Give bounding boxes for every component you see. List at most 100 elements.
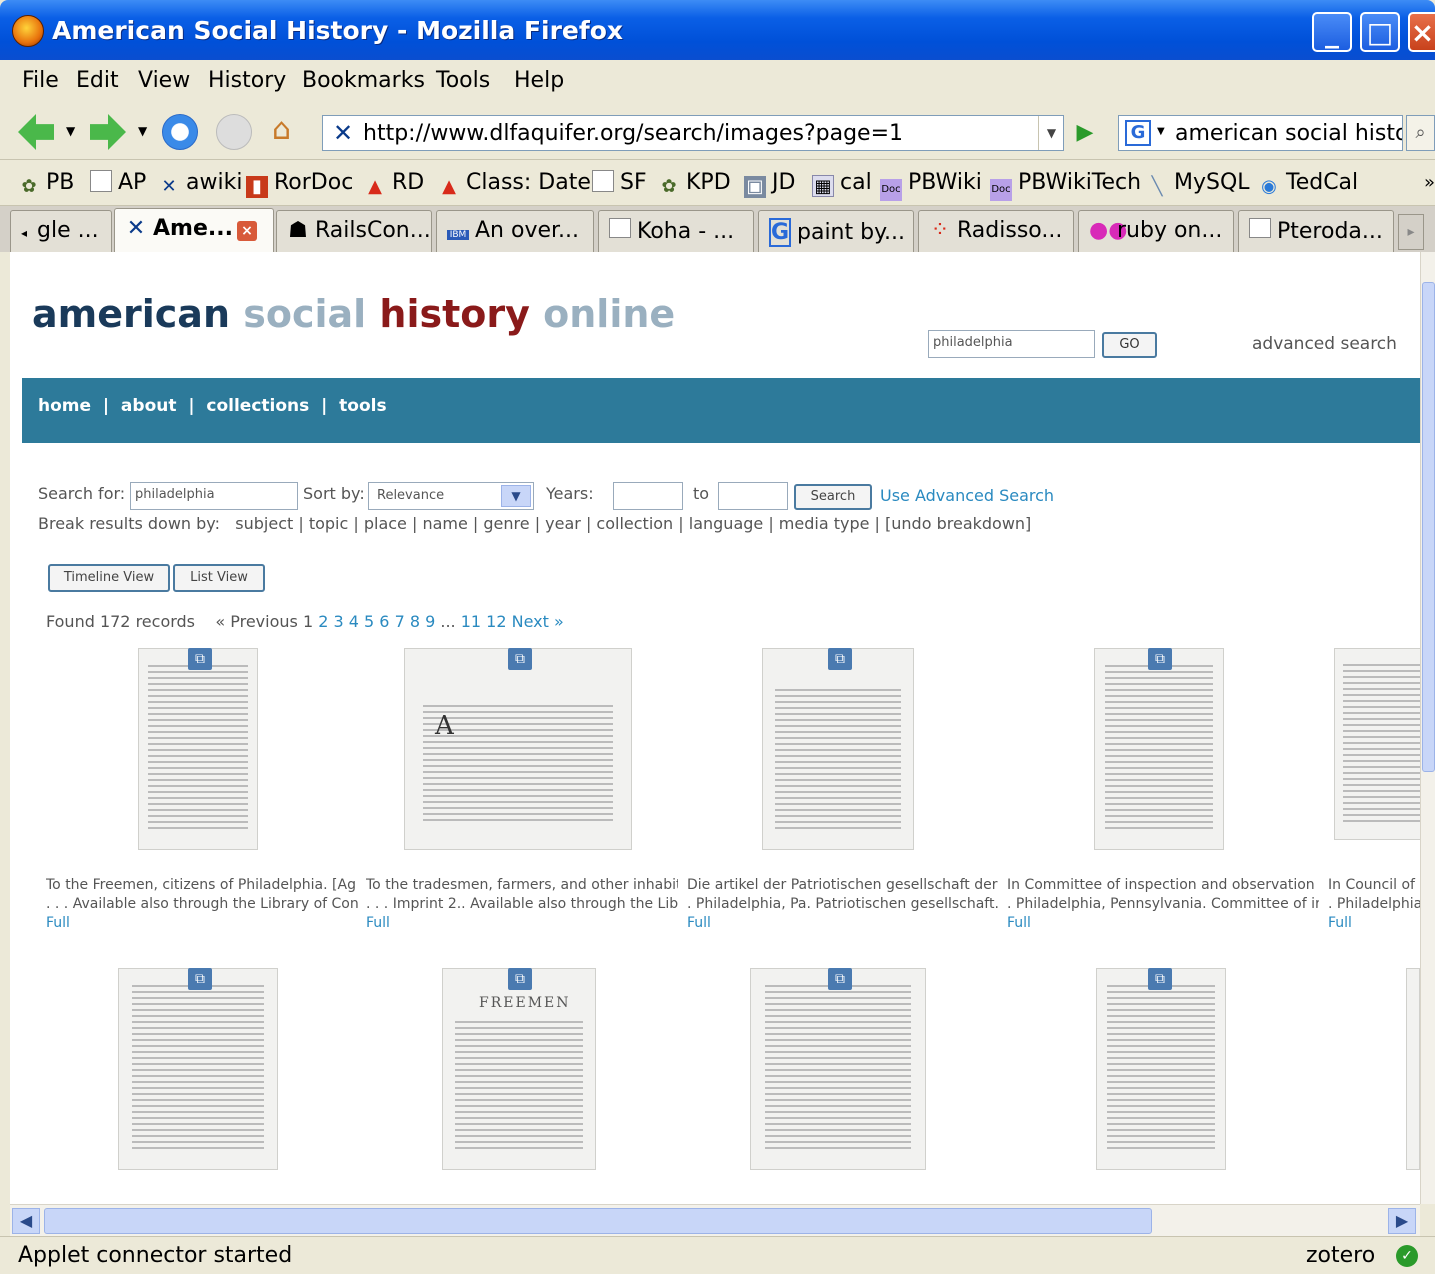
site-logo[interactable]: american social history online <box>32 292 675 336</box>
full-link[interactable]: Full <box>1328 914 1420 933</box>
nav-collections[interactable]: collections <box>206 396 309 416</box>
list-view-button[interactable]: List View <box>173 564 265 592</box>
tab-6[interactable]: Gpaint by... <box>758 210 914 252</box>
result-thumbnail[interactable] <box>762 648 914 850</box>
preview-icon[interactable]: ⧉ <box>1148 968 1172 990</box>
page-links-end[interactable]: 11 12 <box>461 612 507 631</box>
sort-by-select[interactable]: Relevance ▼ <box>368 482 534 510</box>
header-search-input[interactable]: philadelphia <box>928 330 1095 358</box>
bookmark-pbwikitech[interactable]: Doc PBWikiTech <box>990 170 1141 201</box>
result-thumbnail[interactable] <box>750 968 926 1170</box>
menu-bookmarks[interactable]: Bookmarks <box>302 68 425 93</box>
engine-dropdown-icon[interactable]: ▼ <box>1157 126 1165 137</box>
tab-1[interactable]: ◂ gle ... <box>10 210 112 252</box>
reload-icon[interactable] <box>162 114 198 150</box>
bookmark-jd[interactable]: ▣ JD <box>744 170 795 198</box>
bookmark-pbwiki[interactable]: Doc PBWiki <box>880 170 982 201</box>
result-thumbnail[interactable] <box>1406 968 1420 1170</box>
result-thumbnail[interactable] <box>1094 648 1224 850</box>
bookmark-awiki[interactable]: ✕ awiki <box>158 170 242 198</box>
search-button[interactable]: Search <box>794 484 872 510</box>
bookmark-ap[interactable]: AP <box>90 170 146 195</box>
horizontal-scrollbar[interactable]: ◀ ▶ <box>10 1204 1420 1236</box>
menu-file[interactable]: File <box>22 68 59 93</box>
result-thumbnail[interactable] <box>118 968 278 1170</box>
page-links[interactable]: 2 3 4 5 6 7 8 9 <box>318 612 435 631</box>
vertical-scroll-thumb[interactable] <box>1422 282 1435 772</box>
back-icon[interactable] <box>18 114 54 150</box>
address-dropdown-icon[interactable]: ▼ <box>1038 116 1064 150</box>
bookmark-pb[interactable]: ✿ PB <box>18 170 74 198</box>
preview-icon[interactable]: ⧉ <box>508 648 532 670</box>
search-for-input[interactable]: philadelphia <box>130 482 298 510</box>
preview-icon[interactable]: ⧉ <box>188 968 212 990</box>
menu-tools[interactable]: Tools <box>436 68 490 93</box>
bookmarks-overflow-icon[interactable]: » <box>1424 172 1435 193</box>
scroll-right-icon[interactable]: ▶ <box>1388 1208 1416 1234</box>
full-link[interactable]: Full <box>46 914 358 933</box>
use-advanced-search-link[interactable]: Use Advanced Search <box>880 486 1054 505</box>
home-icon[interactable]: ⌂ <box>272 112 291 147</box>
bookmark-tedcal[interactable]: ◉ TedCal <box>1258 170 1358 198</box>
breakdown-options[interactable]: subject | topic | place | name | genre |… <box>235 514 1031 533</box>
next-link[interactable]: Next » <box>512 612 564 631</box>
full-link[interactable]: Full <box>1007 914 1319 933</box>
result-thumbnail[interactable]: FREEMEN <box>442 968 596 1170</box>
tab-active[interactable]: ✕ Ame... × <box>114 208 274 252</box>
google-engine-icon[interactable]: G <box>1125 120 1151 146</box>
tab-7[interactable]: ⁘ Radisso... <box>918 210 1074 252</box>
tab-5[interactable]: Koha - ... <box>598 210 754 252</box>
year-from-input[interactable] <box>613 482 683 510</box>
full-link[interactable]: Full <box>687 914 999 933</box>
address-bar[interactable]: ✕ http://www.dlfaquifer.org/search/image… <box>322 115 1064 151</box>
bookmark-sf[interactable]: SF <box>592 170 647 195</box>
preview-icon[interactable]: ⧉ <box>1148 648 1172 670</box>
close-tab-icon[interactable]: × <box>236 221 257 241</box>
back-dropdown-icon[interactable]: ▼ <box>66 124 75 138</box>
preview-icon[interactable]: ⧉ <box>188 648 212 670</box>
menu-history[interactable]: History <box>208 68 286 93</box>
bookmark-class-date[interactable]: ▲ Class: Date <box>438 170 591 198</box>
timeline-view-button[interactable]: Timeline View <box>48 564 170 592</box>
zotero-button[interactable]: zotero <box>1306 1243 1375 1268</box>
header-go-button[interactable]: GO <box>1102 332 1157 358</box>
horizontal-scroll-thumb[interactable] <box>44 1208 1152 1234</box>
nav-about[interactable]: about <box>121 396 177 416</box>
bookmark-cal[interactable]: ▦ cal <box>812 170 872 197</box>
year-to-input[interactable] <box>718 482 788 510</box>
forward-dropdown-icon[interactable]: ▼ <box>138 124 147 138</box>
bookmark-mysql[interactable]: ╲ MySQL <box>1146 170 1250 198</box>
tab-scroll-right-icon[interactable]: ▸ <box>1398 214 1424 250</box>
vertical-scrollbar[interactable] <box>1420 252 1435 1204</box>
menu-edit[interactable]: Edit <box>76 68 119 93</box>
preview-icon[interactable]: ⧉ <box>828 968 852 990</box>
preview-icon[interactable]: ⧉ <box>508 968 532 990</box>
go-icon[interactable]: ▶ <box>1070 118 1100 148</box>
minimize-button[interactable]: _ <box>1312 12 1352 52</box>
result-thumbnail[interactable]: A <box>404 648 632 850</box>
nav-home[interactable]: home <box>38 396 91 416</box>
web-search-box[interactable]: G ▼ american social history <box>1118 115 1403 151</box>
preview-icon[interactable]: ⧉ <box>828 648 852 670</box>
stop-icon[interactable] <box>216 114 252 150</box>
scroll-left-icon[interactable]: ◀ <box>12 1208 40 1234</box>
bookmark-kpd[interactable]: ✿ KPD <box>658 170 730 198</box>
tab-3[interactable]: ☗ RailsCon... <box>276 210 432 252</box>
menu-view[interactable]: View <box>138 68 190 93</box>
bookmark-rd[interactable]: ▲ RD <box>364 170 424 198</box>
forward-icon[interactable] <box>90 114 126 150</box>
advanced-search-link[interactable]: advanced search <box>1252 334 1397 354</box>
web-search-button[interactable]: ⌕ <box>1406 115 1435 151</box>
close-button[interactable]: × <box>1408 12 1435 52</box>
bookmark-rordoc[interactable]: ▮ RorDoc <box>246 170 353 198</box>
menu-help[interactable]: Help <box>514 68 564 93</box>
full-link[interactable]: Full <box>366 914 678 933</box>
title-bar[interactable]: American Social History - Mozilla Firefo… <box>0 0 1435 60</box>
nav-tools[interactable]: tools <box>339 396 386 416</box>
result-thumbnail[interactable] <box>1096 968 1226 1170</box>
tab-4[interactable]: IBM An over... <box>436 210 594 252</box>
tab-8[interactable]: ●●ruby on... <box>1078 210 1234 252</box>
result-thumbnail[interactable] <box>138 648 258 850</box>
tab-9[interactable]: Pteroda... <box>1238 210 1394 252</box>
maximize-button[interactable]: □ <box>1360 12 1400 52</box>
